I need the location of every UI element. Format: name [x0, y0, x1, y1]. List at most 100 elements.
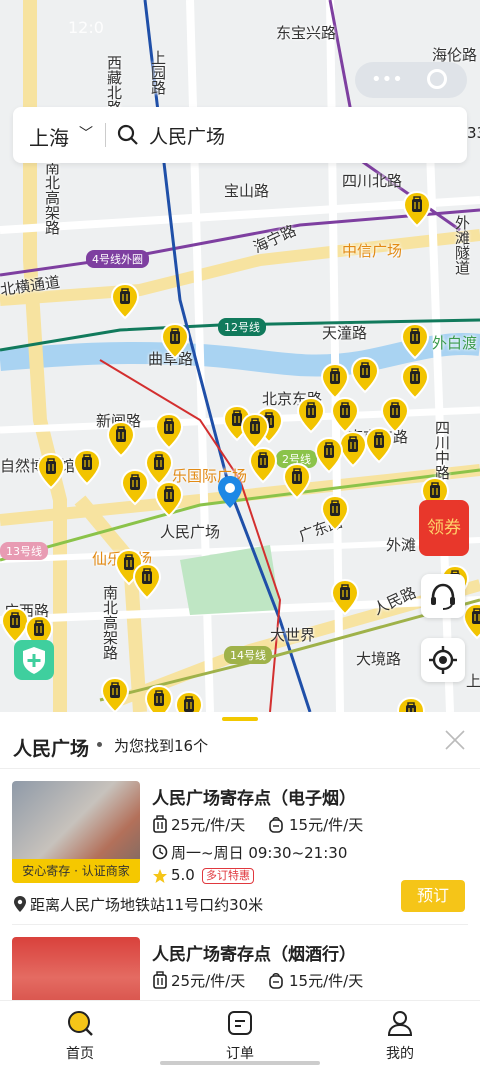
divider — [105, 123, 106, 147]
headset-icon — [431, 583, 455, 610]
storage-pin-icon[interactable] — [144, 684, 174, 712]
storage-pin-icon[interactable] — [330, 396, 360, 434]
map-label: 西藏北路 — [105, 55, 123, 115]
drag-handle[interactable] — [222, 717, 258, 721]
store-title: 人民广场寄存点（电子烟） — [152, 789, 356, 809]
map-label: 天潼路 — [322, 324, 368, 342]
map-label: 上 — [466, 672, 480, 690]
results-sheet: 人民广场 为您找到16个 安心寄存 · 认证商家 人民广场寄存点（电子烟） 25… — [0, 712, 480, 1039]
divider — [0, 768, 480, 769]
distance-text: 距离人民广场地铁站11号口约30米 — [30, 896, 264, 914]
storage-pin-icon[interactable] — [72, 448, 102, 486]
user-icon — [387, 1011, 413, 1036]
storage-pin-icon[interactable] — [364, 426, 394, 464]
map-label: 大境路 — [356, 650, 402, 668]
storage-pin-icon[interactable] — [132, 562, 162, 600]
search-icon — [68, 1011, 93, 1036]
search-bar: 上海 ﹀ 人民广场 — [13, 107, 467, 163]
map-label: 外滩隧道 — [453, 215, 471, 275]
storage-pin-icon[interactable] — [106, 420, 136, 458]
results-count: 为您找到16个 — [114, 737, 209, 755]
status-bar: 12:0 — [0, 0, 480, 37]
coupon-button[interactable]: 领券 — [419, 500, 469, 556]
order-icon — [228, 1011, 252, 1035]
storage-pin-icon[interactable] — [154, 480, 184, 518]
miniprogram-capsule[interactable]: ••• — [355, 62, 467, 98]
book-button[interactable]: 预订 — [401, 880, 465, 912]
storage-pin-icon[interactable] — [248, 446, 278, 484]
storage-pin-icon[interactable] — [296, 396, 326, 434]
customer-service-button[interactable] — [421, 574, 465, 618]
small-item-price: 25元/件/天 — [171, 816, 246, 834]
storage-pin-icon[interactable] — [400, 322, 430, 360]
close-icon[interactable] — [444, 729, 466, 751]
chevron-down-icon[interactable]: ﹀ — [79, 123, 93, 143]
storage-pin-icon[interactable] — [240, 412, 270, 450]
storage-pin-icon[interactable] — [396, 696, 426, 712]
luggage-icon — [153, 815, 167, 833]
storage-pin-icon[interactable] — [174, 690, 204, 712]
large-item-price: 15元/件/天 — [289, 816, 364, 834]
map-label: 大世界 — [270, 626, 316, 644]
location-pin-icon — [218, 476, 242, 508]
luggage-icon — [153, 971, 167, 989]
locate-me-button[interactable] — [421, 638, 465, 682]
tab-orders[interactable]: 订单 — [160, 1001, 320, 1067]
opening-hours: 周一~周日 09:30~21:30 — [171, 844, 348, 862]
map-label: 四川中路 — [433, 420, 451, 480]
storage-pin-icon[interactable] — [314, 436, 344, 474]
tab-profile[interactable]: 我的 — [320, 1001, 480, 1067]
map-label: 中信广场 — [342, 242, 403, 260]
storage-pin-icon[interactable] — [400, 362, 430, 400]
tab-label: 我的 — [386, 1046, 414, 1062]
map-label: 外白渡 — [432, 334, 478, 352]
location-icon — [14, 896, 26, 912]
clock-icon — [152, 844, 168, 860]
storage-pin-icon[interactable] — [36, 452, 66, 490]
storage-pin-icon[interactable] — [330, 578, 360, 616]
storage-pin-icon[interactable] — [100, 676, 130, 712]
status-time: 12:0 — [68, 18, 104, 37]
star-icon — [153, 869, 167, 883]
results-title: 人民广场 — [13, 738, 90, 760]
large-item-price: 15元/件/天 — [289, 972, 364, 990]
storage-pin-icon[interactable] — [320, 494, 350, 532]
storage-pin-icon[interactable] — [160, 322, 190, 360]
map-label: 四川北路 — [342, 172, 403, 190]
storage-pin-icon[interactable] — [402, 190, 432, 228]
close-miniprogram-icon[interactable] — [427, 69, 447, 89]
divider — [12, 924, 468, 925]
map-label: 宝山路 — [224, 182, 270, 200]
backpack-icon — [269, 817, 283, 833]
safety-button[interactable] — [14, 640, 54, 680]
map-label: 南北高架路 — [43, 160, 61, 235]
search-input[interactable]: 人民广场 — [149, 122, 225, 149]
metro-line-badge: 12号线 — [218, 318, 266, 336]
overflow-text: 33 — [467, 124, 480, 142]
tab-label: 订单 — [226, 1046, 254, 1062]
metro-line-badge: 14号线 — [224, 646, 272, 664]
city-selector[interactable]: 上海 — [29, 122, 69, 151]
storage-pin-icon[interactable] — [154, 412, 184, 450]
home-indicator — [160, 1061, 320, 1065]
tab-bar: 首页 订单 我的 — [0, 1000, 480, 1067]
metro-line-badge: 4号线外圈 — [86, 250, 149, 268]
small-item-price: 25元/件/天 — [171, 972, 246, 990]
map-label: 人民广场 — [160, 523, 221, 541]
storage-pin-icon[interactable] — [350, 356, 380, 394]
dot-separator — [97, 742, 102, 747]
storage-pin-icon[interactable] — [282, 462, 312, 500]
rating-value: 5.0 — [171, 866, 195, 884]
crosshair-icon — [429, 646, 457, 674]
storage-pin-icon[interactable] — [110, 282, 140, 320]
map-label: 外滩 — [386, 536, 417, 554]
more-icon[interactable]: ••• — [371, 69, 403, 90]
store-title: 人民广场寄存点（烟酒行） — [152, 945, 356, 965]
map-label: 南北高架路 — [101, 585, 119, 660]
tab-home[interactable]: 首页 — [0, 1001, 160, 1067]
promo-tag: 多订特惠 — [202, 868, 254, 884]
map-label: 上园路 — [149, 50, 167, 95]
store-photo: 安心寄存 · 认证商家 — [12, 781, 140, 883]
verified-badge: 安心寄存 · 认证商家 — [12, 859, 140, 883]
storage-pin-icon[interactable] — [320, 362, 350, 400]
